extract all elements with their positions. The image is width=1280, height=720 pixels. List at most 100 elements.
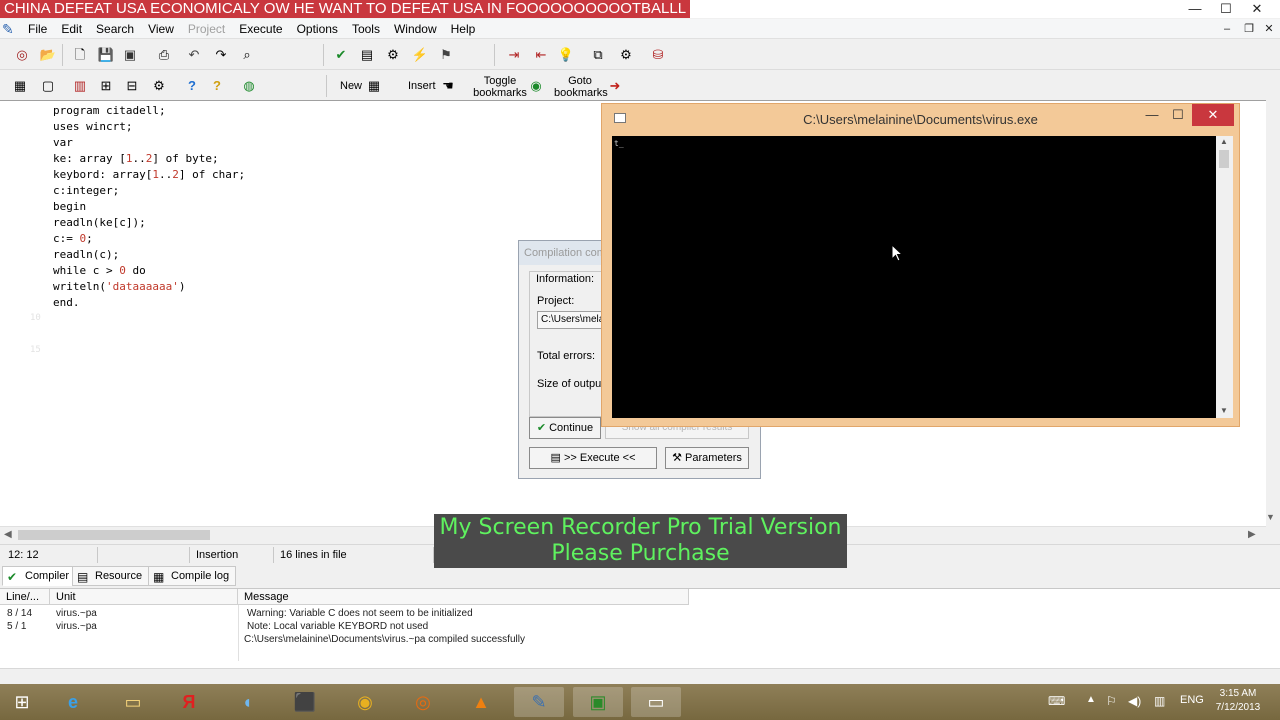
language-indicator[interactable]: ENG: [1180, 694, 1204, 706]
message-line[interactable]: 5 / 1: [7, 620, 26, 633]
globe-icon[interactable]: ◍: [239, 76, 259, 96]
code-line[interactable]: end.: [53, 295, 80, 311]
volume-icon[interactable]: ◀): [1128, 694, 1141, 708]
message-text[interactable]: Warning: Variable C does not seem to be …: [247, 607, 473, 620]
code-line[interactable]: uses wincrt;: [53, 119, 132, 135]
minimize-button[interactable]: —: [1180, 0, 1210, 18]
debug-icon[interactable]: ⚑: [436, 45, 456, 65]
vlc-icon[interactable]: ▲: [456, 687, 506, 717]
column-header-line[interactable]: Line/...: [0, 589, 50, 605]
tab-resource[interactable]: ▤ Resource: [72, 566, 150, 586]
bookmark-icon[interactable]: ◉: [526, 76, 546, 96]
console-scrollbar[interactable]: ▲ ▼: [1216, 136, 1233, 418]
window-list-icon[interactable]: ▢: [38, 76, 58, 96]
about-icon[interactable]: ?: [207, 76, 227, 96]
code-line[interactable]: c:= 0;: [53, 231, 93, 247]
scroll-thumb[interactable]: [18, 530, 210, 540]
code-line[interactable]: readln(ke[c]);: [53, 215, 146, 231]
execute-button[interactable]: ▤ >> Execute <<: [529, 447, 657, 469]
message-unit[interactable]: virus.~pa: [56, 620, 97, 633]
console-maximize-button[interactable]: ☐: [1164, 104, 1192, 126]
start-button[interactable]: ⊞: [0, 687, 44, 717]
code-line[interactable]: c:integer;: [53, 183, 119, 199]
maximize-button[interactable]: ☐: [1211, 0, 1241, 18]
network-icon[interactable]: ▥: [1154, 694, 1165, 708]
notification-flag-icon[interactable]: ⚐: [1106, 694, 1117, 708]
unindent-icon[interactable]: ⇤: [531, 45, 551, 65]
menu-view[interactable]: View: [141, 19, 181, 39]
redo-icon[interactable]: ↷: [211, 45, 231, 65]
indent-icon[interactable]: ⇥: [504, 45, 524, 65]
mdi-close-button[interactable]: ✕: [1254, 20, 1280, 38]
project-icon[interactable]: ◎: [12, 45, 32, 65]
message-text[interactable]: C:\Users\melainine\Documents\virus.~pa c…: [244, 633, 525, 646]
new-button[interactable]: New: [340, 80, 362, 92]
help-icon[interactable]: ?: [182, 76, 202, 96]
firefox-icon[interactable]: ◎: [398, 687, 448, 717]
message-line[interactable]: 8 / 14: [7, 607, 32, 620]
toolbox-icon[interactable]: ⛁: [648, 45, 668, 65]
run-icon[interactable]: ⚡: [410, 45, 430, 65]
scroll-down-icon[interactable]: ▼: [1266, 512, 1275, 522]
menu-options[interactable]: Options: [290, 19, 345, 39]
project-options-icon[interactable]: ⚙: [149, 76, 169, 96]
package-icon[interactable]: ▦: [10, 76, 30, 96]
code-line[interactable]: while c > 0 do: [53, 263, 146, 279]
rebuild-icon[interactable]: ⚙: [383, 45, 403, 65]
class-browser-icon[interactable]: ⧉: [588, 45, 608, 65]
keyboard-icon[interactable]: ⌨: [1048, 694, 1065, 708]
new-file-icon[interactable]: 🗋: [70, 45, 90, 65]
find-icon[interactable]: ⌕: [237, 45, 257, 65]
parameters-button[interactable]: ⚒ Parameters: [665, 447, 749, 469]
tab-compiler[interactable]: ✔ Compiler: [2, 566, 77, 586]
tab-compile-log[interactable]: ▦ Compile log: [148, 566, 237, 586]
code-line[interactable]: writeln('dataaaaaa'): [53, 279, 185, 295]
insert-button[interactable]: Insert: [408, 80, 436, 92]
console-scroll-thumb[interactable]: [1219, 150, 1229, 168]
adobe-reader-icon[interactable]: ⬛: [280, 687, 330, 717]
media-player-icon[interactable]: ◖: [222, 687, 272, 717]
menu-file[interactable]: File: [21, 19, 54, 39]
compiler-messages[interactable]: Line/... Unit Message 8 / 14 virus.~pa W…: [0, 588, 1280, 668]
clock[interactable]: 3:15 AM 7/12/2013: [1208, 687, 1268, 715]
message-text[interactable]: Note: Local variable KEYBORD not used: [247, 620, 428, 633]
menu-search[interactable]: Search: [89, 19, 141, 39]
file-explorer-icon[interactable]: ▭: [108, 687, 158, 717]
continue-button[interactable]: ✔ Continue: [529, 417, 601, 439]
menu-project[interactable]: Project: [181, 19, 232, 39]
options-icon[interactable]: ⚙: [616, 45, 636, 65]
code-line[interactable]: begin: [53, 199, 86, 215]
editor-vertical-scrollbar[interactable]: [1266, 100, 1280, 526]
save-all-icon[interactable]: ▣: [120, 45, 140, 65]
scroll-left-icon[interactable]: ◀: [4, 529, 12, 540]
internet-explorer-icon[interactable]: e: [48, 687, 98, 717]
code-line[interactable]: var: [53, 135, 73, 151]
code-line[interactable]: readln(c);: [53, 247, 119, 263]
tray-chevron-icon[interactable]: ▲: [1086, 694, 1096, 705]
remove-from-project-icon[interactable]: ⊟: [122, 76, 142, 96]
menu-help[interactable]: Help: [444, 19, 483, 39]
compile-check-icon[interactable]: ✔: [331, 45, 351, 65]
console-window[interactable]: C:\Users\melainine\Documents\virus.exe —…: [601, 103, 1240, 427]
bulb-icon[interactable]: 💡: [556, 45, 576, 65]
add-to-project-icon[interactable]: ⊞: [96, 76, 116, 96]
arrow-right-icon[interactable]: ➜: [605, 76, 625, 96]
close-button[interactable]: ✕: [1242, 0, 1272, 18]
code-line[interactable]: program citadell;: [53, 103, 166, 119]
scroll-down-icon[interactable]: ▼: [1220, 406, 1228, 415]
chrome-icon[interactable]: ◉: [340, 687, 390, 717]
compile-window-icon[interactable]: ▤: [357, 45, 377, 65]
column-header-message[interactable]: Message: [238, 589, 689, 605]
code-line[interactable]: keybord: array[1..2] of char;: [53, 167, 245, 183]
console-titlebar[interactable]: C:\Users\melainine\Documents\virus.exe —…: [602, 104, 1239, 136]
new-project-icon[interactable]: ▥: [70, 76, 90, 96]
scroll-right-icon[interactable]: ▶: [1248, 529, 1256, 540]
console-close-button[interactable]: ✕: [1192, 104, 1234, 126]
message-unit[interactable]: virus.~pa: [56, 607, 97, 620]
scroll-up-icon[interactable]: ▲: [1220, 137, 1228, 146]
save-icon[interactable]: 💾: [96, 45, 116, 65]
console-minimize-button[interactable]: —: [1138, 104, 1166, 126]
green-app-icon[interactable]: ▣: [573, 687, 623, 717]
menu-tools[interactable]: Tools: [345, 19, 387, 39]
goto-bookmarks-button[interactable]: Goto bookmarks: [554, 75, 608, 99]
